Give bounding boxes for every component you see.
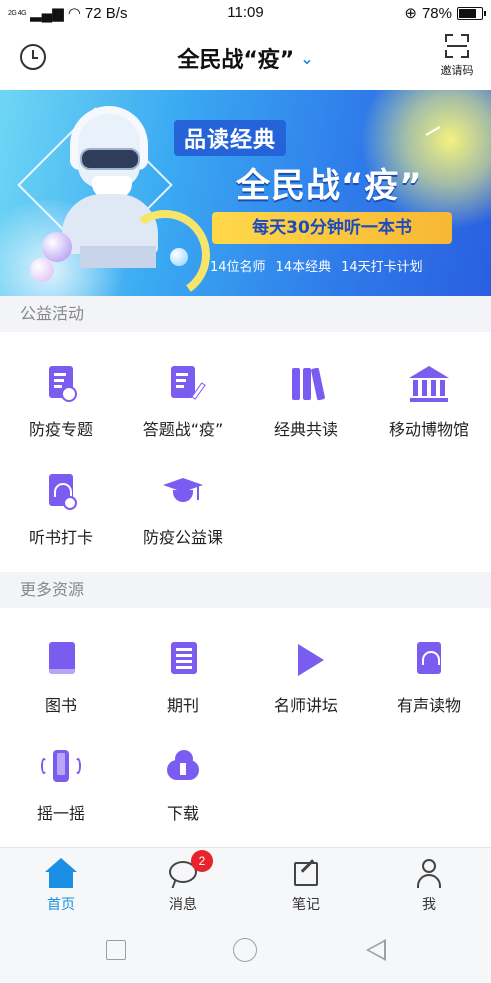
audiobook-icon	[409, 640, 449, 680]
section-header-public-welfare: 公益活动	[0, 296, 491, 332]
grid-item-public-course[interactable]: 防疫公益课	[122, 472, 244, 548]
grid-item-classic-reading[interactable]: 经典共读	[245, 364, 367, 440]
grid-item-label: 听书打卡	[28, 528, 93, 547]
back-icon[interactable]	[366, 939, 386, 961]
bottom-tab-bar: 首页 2 消息 笔记 我	[0, 847, 491, 921]
battery-percent: 78%	[421, 4, 452, 22]
grid-item-mobile-museum[interactable]: 移动博物馆	[368, 364, 490, 440]
grid-item-journals[interactable]: 期刊	[122, 640, 244, 716]
tab-me[interactable]: 我	[389, 858, 469, 914]
book-icon	[41, 640, 81, 680]
tab-home[interactable]: 首页	[21, 858, 101, 914]
document-shield-icon	[41, 364, 81, 404]
app-header: 全民战“疫” ⌄ 邀请码	[0, 26, 491, 90]
system-nav-bar	[0, 921, 491, 983]
invite-code-button[interactable]: 邀请码	[437, 34, 477, 78]
banner-ball	[30, 258, 54, 282]
section-header-more-resources: 更多资源	[0, 572, 491, 608]
recent-apps-icon[interactable]	[106, 940, 126, 960]
header-title-dropdown[interactable]: 全民战“疫” ⌄	[0, 42, 491, 74]
banner-ball	[42, 232, 72, 262]
grid-item-shake[interactable]: 摇一摇	[0, 748, 122, 824]
grid-item-label: 经典共读	[273, 420, 338, 439]
grid-item-label: 下载	[166, 804, 199, 823]
grid-item-label: 图书	[44, 696, 77, 715]
grid-item-epidemic-topic[interactable]: 防疫专题	[0, 364, 122, 440]
battery-icon	[457, 6, 486, 20]
museum-icon	[409, 364, 449, 404]
lock-rotation-icon: ⊕	[404, 5, 417, 22]
grid-item-label: 名师讲坛	[273, 696, 338, 715]
grid-item-label: 防疫专题	[28, 420, 93, 439]
header-title: 全民战“疫”	[177, 48, 295, 73]
status-right: ⊕ 78%	[404, 4, 486, 22]
books-icon	[286, 364, 326, 404]
banner-slogan: 每天30分钟听一本书	[212, 212, 452, 244]
message-badge: 2	[191, 850, 213, 872]
cloud-download-icon	[163, 748, 203, 788]
grid-item-label: 移动博物馆	[388, 420, 469, 439]
tab-label: 笔记	[292, 897, 320, 913]
tab-label: 我	[422, 897, 436, 913]
banner-info: 14位名师 14本经典 14天打卡计划	[210, 256, 423, 275]
message-icon: 2	[167, 850, 213, 890]
grid-item-label: 摇一摇	[36, 804, 85, 823]
chevron-down-icon: ⌄	[300, 49, 314, 68]
tab-notes[interactable]: 笔记	[266, 858, 346, 914]
grid-item-audiobooks[interactable]: 有声读物	[368, 640, 490, 716]
tab-messages[interactable]: 2 消息	[143, 850, 223, 914]
grid-item-listen-checkin[interactable]: 听书打卡	[0, 472, 122, 548]
document-pen-icon	[163, 364, 206, 404]
banner-info-item: 14天打卡计划	[341, 260, 423, 275]
scan-icon	[445, 34, 469, 58]
play-icon	[286, 640, 326, 680]
headphone-book-icon	[41, 472, 81, 512]
banner-title: 全民战“疫”	[236, 166, 423, 206]
grid-item-label: 有声读物	[396, 696, 461, 715]
banner-tag: 品读经典	[174, 120, 287, 156]
banner-info-item: 14位名师	[210, 260, 266, 275]
grid-item-lecture[interactable]: 名师讲坛	[245, 640, 367, 716]
grid-item-label: 答题战“疫”	[142, 420, 224, 439]
grid-item-label: 防疫公益课	[142, 528, 223, 547]
status-bar: 2G 4G ▂▄▆ ◠ 72 B/s 11:09 ⊕ 78%	[0, 0, 491, 26]
journal-icon	[163, 640, 203, 680]
promo-banner[interactable]: 品读经典 全民战“疫” 每天30分钟听一本书 14位名师 14本经典 14天打卡…	[0, 90, 491, 296]
note-icon	[290, 858, 322, 890]
graduation-cap-icon	[163, 472, 203, 512]
grid-item-quiz[interactable]: 答题战“疫”	[122, 364, 244, 440]
goggles-icon	[80, 148, 140, 170]
grid-item-label: 期刊	[166, 696, 199, 715]
tab-label: 首页	[47, 897, 75, 913]
invite-code-label: 邀请码	[440, 64, 474, 77]
shake-phone-icon	[41, 748, 81, 788]
grid-item-download[interactable]: 下载	[122, 748, 244, 824]
tab-label: 消息	[169, 897, 197, 913]
grid-item-books[interactable]: 图书	[0, 640, 122, 716]
banner-info-item: 14本经典	[275, 260, 332, 275]
home-button-icon[interactable]	[233, 938, 257, 962]
banner-ball	[170, 248, 188, 266]
person-icon	[413, 858, 445, 890]
home-icon	[45, 858, 77, 890]
